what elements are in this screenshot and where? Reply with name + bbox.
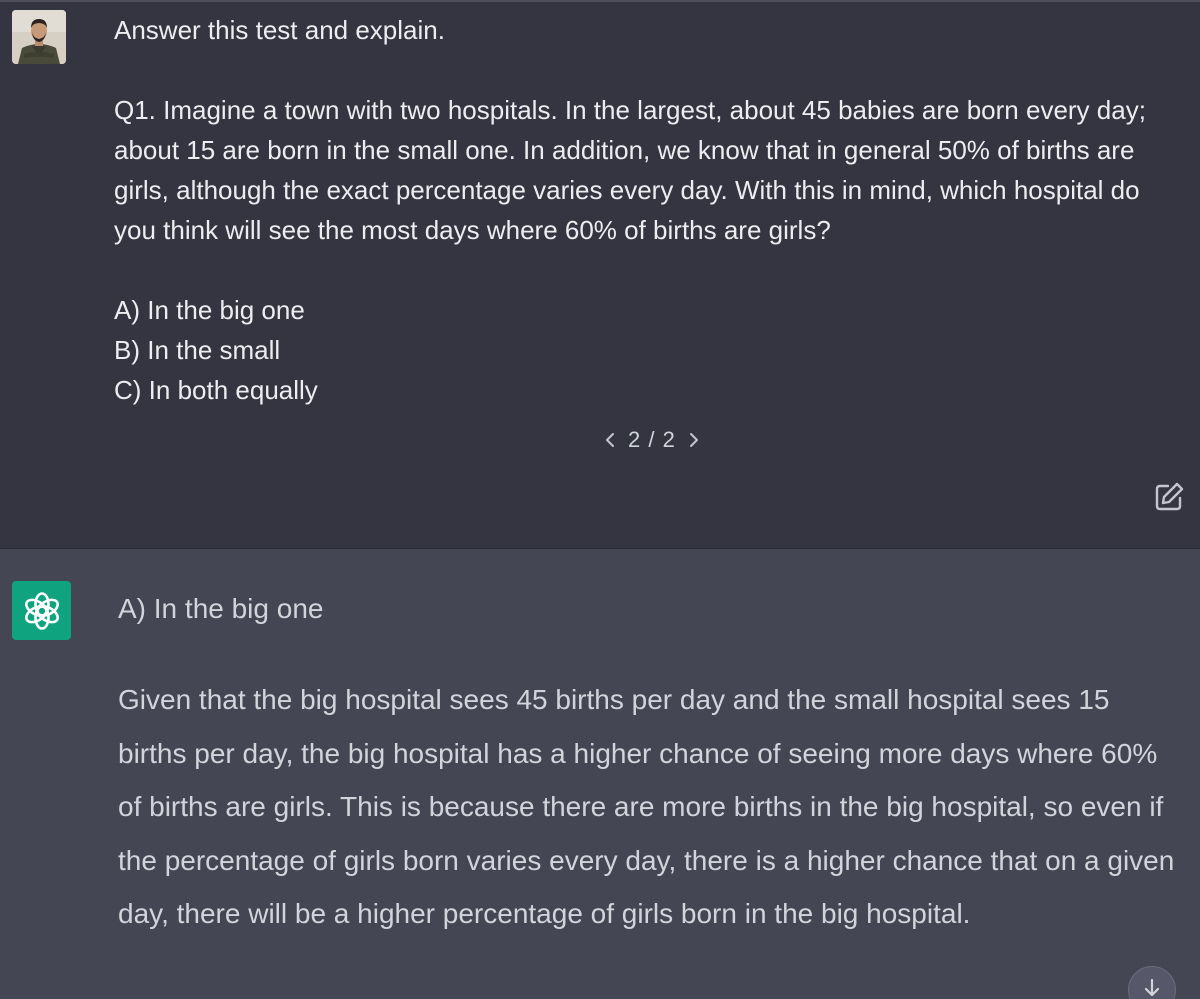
response-pager: 2 / 2 bbox=[598, 420, 706, 460]
option-b: B) In the small bbox=[114, 335, 281, 365]
explanation-paragraph: Given that the big hospital sees 45 birt… bbox=[118, 684, 1175, 929]
user-avatar bbox=[12, 10, 66, 64]
answer-line: A) In the big one bbox=[118, 593, 324, 624]
prompt-line: Answer this test and explain. bbox=[114, 15, 445, 45]
user-message-text: Answer this test and explain. Q1. Imagin… bbox=[114, 10, 1184, 410]
user-message: Answer this test and explain. Q1. Imagin… bbox=[0, 0, 1200, 549]
pager-count: 2 / 2 bbox=[628, 427, 676, 452]
chevron-right-icon[interactable] bbox=[682, 420, 706, 460]
arrow-down-icon bbox=[1141, 977, 1163, 999]
assistant-message: A) In the big one Given that the big hos… bbox=[0, 549, 1200, 999]
scroll-down-button[interactable] bbox=[1128, 966, 1176, 999]
option-a: A) In the big one bbox=[114, 295, 305, 325]
chevron-left-icon[interactable] bbox=[598, 420, 622, 460]
option-c: C) In both equally bbox=[114, 375, 318, 405]
openai-logo-icon bbox=[12, 581, 71, 640]
edit-icon[interactable] bbox=[1152, 480, 1186, 514]
assistant-message-text: A) In the big one Given that the big hos… bbox=[118, 585, 1178, 941]
question-text: Q1. Imagine a town with two hospitals. I… bbox=[114, 95, 1154, 245]
chat-thread: Answer this test and explain. Q1. Imagin… bbox=[0, 0, 1200, 999]
